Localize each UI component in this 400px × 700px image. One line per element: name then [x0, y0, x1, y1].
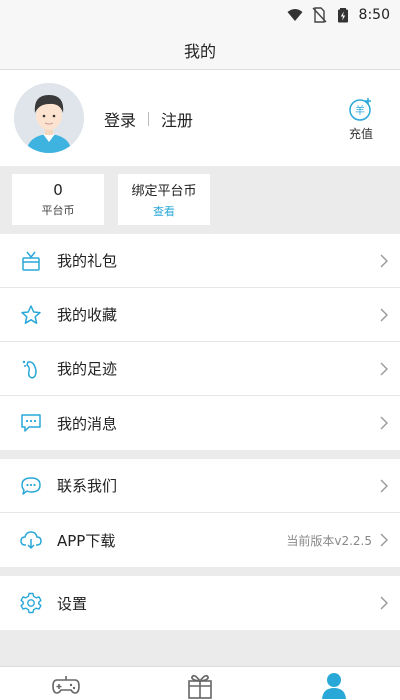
gift-box-icon[interactable] — [186, 671, 214, 699]
message-icon — [21, 414, 41, 432]
chevron-right-icon — [380, 416, 388, 430]
gamepad-icon[interactable] — [52, 671, 80, 699]
status-time: 8:50 — [358, 7, 390, 23]
battery-charging-icon — [337, 8, 348, 23]
bound-coin-view-link[interactable]: 查看 — [153, 203, 175, 219]
menu-item-messages[interactable]: 我的消息 — [0, 396, 400, 450]
auth-divider — [148, 112, 150, 126]
footprint-icon — [22, 360, 37, 379]
bottom-tab-bar — [0, 666, 400, 700]
menu-item-label: 我的消息 — [57, 414, 118, 433]
platform-coin-label: 平台币 — [41, 204, 75, 217]
recharge-label: 充值 — [348, 127, 373, 141]
chevron-right-icon — [380, 596, 388, 610]
status-bar: 8:50 — [0, 0, 400, 30]
register-link[interactable]: 注册 — [161, 107, 193, 131]
user-icon[interactable] — [320, 671, 348, 699]
avatar-icon — [14, 83, 84, 153]
star-icon — [21, 305, 41, 324]
sim-off-icon — [312, 7, 327, 23]
chevron-right-icon — [380, 479, 388, 493]
platform-coin-card[interactable]: 0 平台币 — [12, 174, 104, 225]
avatar[interactable] — [14, 83, 84, 153]
auth-links: 登录 注册 — [104, 107, 193, 131]
bound-coin-card[interactable]: 绑定平台币 查看 — [118, 174, 210, 225]
menu-item-favorites[interactable]: 我的收藏 — [0, 288, 400, 342]
gift-bag-icon — [22, 251, 40, 271]
recharge-button[interactable]: 羊 充值 — [346, 96, 376, 142]
profile-section: 登录 注册 羊 充值 — [0, 70, 400, 166]
menu-item-label: APP下载 — [57, 531, 116, 550]
login-link[interactable]: 登录 — [104, 107, 136, 131]
app-version-text: 当前版本v2.2.5 — [286, 533, 372, 548]
settings-gear-icon — [20, 592, 42, 614]
chat-bubble-icon — [21, 477, 41, 495]
chevron-right-icon — [380, 533, 388, 547]
wifi-icon — [287, 9, 303, 21]
menu-item-label: 我的收藏 — [57, 306, 118, 324]
menu-item-label: 我的礼包 — [57, 252, 118, 270]
cloud-download-icon — [20, 531, 42, 550]
menu-item-app-download[interactable]: APP下载 当前版本v2.2.5 — [0, 513, 400, 567]
menu-group-settings: 设置 — [0, 576, 400, 630]
menu-item-label: 我的足迹 — [57, 360, 118, 378]
menu-item-label: 联系我们 — [57, 477, 118, 495]
title-bar: 我的 — [0, 30, 400, 70]
recharge-coin-icon: 羊 — [349, 98, 371, 121]
bound-coin-title: 绑定平台币 — [131, 184, 197, 199]
menu-item-label: 设置 — [57, 594, 88, 613]
coin-section: 0 平台币 绑定平台币 查看 — [0, 166, 400, 234]
menu-group-personal: 我的礼包 我的收藏 我的足迹 我的消息 — [0, 234, 400, 450]
menu-group-support: 联系我们 APP下载 当前版本v2.2.5 — [0, 459, 400, 567]
svg-text:羊: 羊 — [355, 104, 365, 117]
menu-item-settings[interactable]: 设置 — [0, 576, 400, 630]
menu-item-contact-us[interactable]: 联系我们 — [0, 459, 400, 513]
menu-item-gift-bag[interactable]: 我的礼包 — [0, 234, 400, 288]
page-title: 我的 — [183, 41, 216, 61]
platform-coin-value: 0 — [53, 181, 63, 199]
menu-item-footprints[interactable]: 我的足迹 — [0, 342, 400, 396]
chevron-right-icon — [380, 362, 388, 376]
chevron-right-icon — [380, 308, 388, 322]
chevron-right-icon — [380, 254, 388, 268]
